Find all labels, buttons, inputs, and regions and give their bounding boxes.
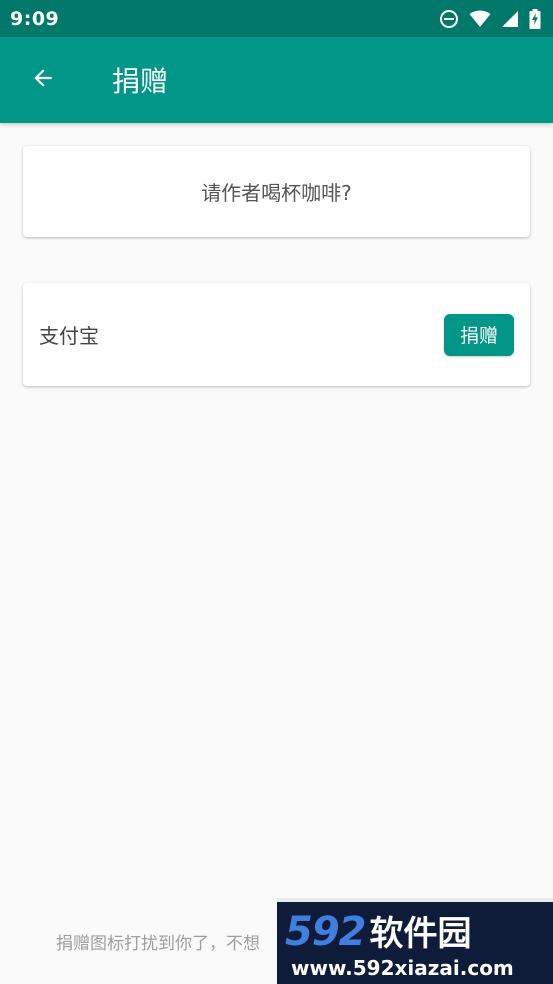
status-time: 9:09 xyxy=(10,7,60,30)
payment-method-label: 支付宝 xyxy=(39,324,99,348)
do-not-disturb-icon xyxy=(439,9,459,29)
donate-button[interactable]: 捐赠 xyxy=(444,313,514,356)
watermark-logo-text: 软件园 xyxy=(369,914,472,954)
watermark-url: www.592xiazai.com xyxy=(291,956,514,980)
signal-icon xyxy=(501,10,519,28)
hide-donate-icon-hint[interactable]: 捐赠图标打扰到你了，不想 xyxy=(56,929,260,954)
prompt-text: 请作者喝杯咖啡? xyxy=(201,181,352,205)
payment-card-alipay: 支付宝 捐赠 xyxy=(23,283,530,386)
wifi-icon xyxy=(469,10,491,28)
page-title: 捐赠 xyxy=(112,65,169,98)
battery-charging-icon xyxy=(529,8,541,29)
watermark-logo: 592 软件园 xyxy=(277,902,553,955)
back-button[interactable] xyxy=(0,37,86,123)
watermark-logo-number: 592 xyxy=(285,909,366,955)
watermark: 592 软件园 www.592xiazai.com xyxy=(277,898,553,984)
app-bar: 捐赠 xyxy=(0,37,553,123)
status-icons xyxy=(439,8,541,29)
status-bar: 9:09 xyxy=(0,0,553,37)
arrow-left-icon xyxy=(30,65,56,95)
prompt-card: 请作者喝杯咖啡? xyxy=(23,146,530,237)
donate-screen: 9:09 捐赠 请作者喝杯咖啡? 支付宝 捐赠 捐赠图标打扰到你了，不想 592… xyxy=(0,0,553,984)
